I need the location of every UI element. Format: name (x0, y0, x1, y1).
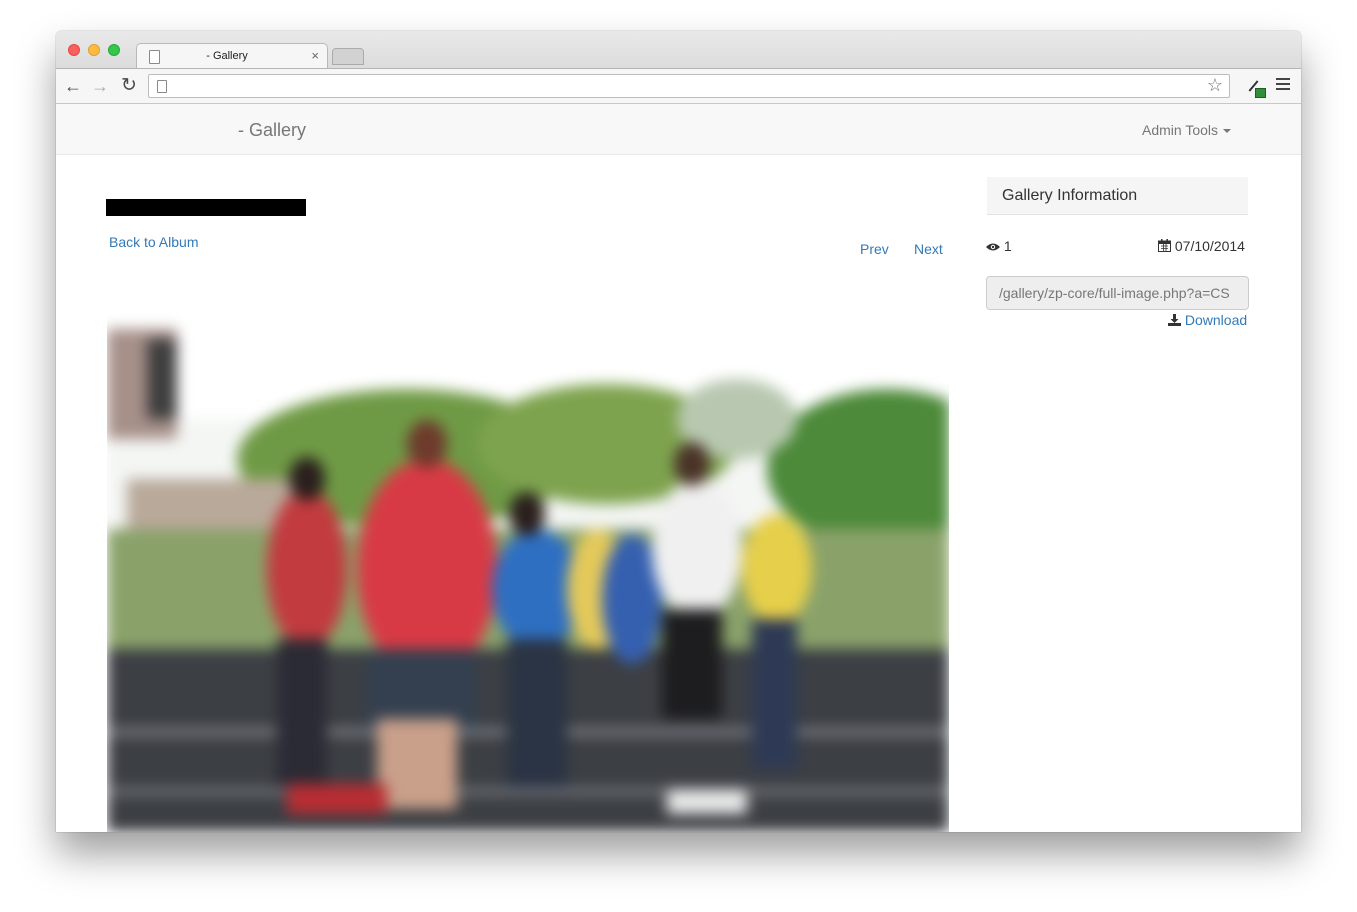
photo-date: 07/10/2014 (1158, 238, 1245, 255)
browser-toolbar: ← → ↻ ☆ (56, 68, 1301, 104)
tab-title: - Gallery (206, 50, 248, 62)
site-brand-link[interactable]: - Gallery (238, 120, 306, 141)
download-link[interactable]: Download (1168, 312, 1247, 329)
back-to-album-link[interactable]: Back to Album (109, 234, 199, 250)
tab-strip: - Gallery × (56, 31, 1301, 70)
site-navbar: - Gallery Admin Tools (56, 104, 1301, 155)
eye-icon (986, 239, 1000, 255)
reload-button[interactable]: ↻ (118, 75, 140, 97)
photo-title: CCS Olympics 19 (106, 199, 306, 216)
minimize-window-button[interactable] (88, 44, 100, 56)
zoom-window-button[interactable] (108, 44, 120, 56)
close-window-button[interactable] (68, 44, 80, 56)
page-icon (157, 80, 167, 93)
tab-close-icon[interactable]: × (311, 48, 319, 63)
view-count-value: 1 (1003, 238, 1012, 254)
hamburger-menu-icon[interactable] (1276, 78, 1290, 92)
next-link[interactable]: Next (914, 241, 943, 257)
view-count: 1 (986, 238, 1012, 255)
caret-down-icon (1223, 129, 1232, 134)
calendar-icon (1158, 239, 1171, 255)
browser-tab[interactable]: - Gallery × (136, 43, 328, 70)
gallery-photo (107, 269, 949, 832)
image-url-field[interactable] (986, 276, 1249, 310)
gallery-info-panel-heading: Gallery Information (987, 177, 1248, 215)
back-button[interactable]: ← (62, 75, 84, 97)
new-tab-button[interactable] (332, 48, 364, 65)
admin-tools-label: Admin Tools (1142, 122, 1219, 138)
prev-link[interactable]: Prev (860, 241, 889, 257)
admin-tools-dropdown[interactable]: Admin Tools (1142, 122, 1232, 138)
browser-window: - Gallery × ← → ↻ ☆ - Gallery Admin Tool… (56, 31, 1301, 832)
download-label: Download (1184, 312, 1248, 328)
web-page: - Gallery Admin Tools CCS Olympics 19 Ba… (56, 104, 1301, 832)
download-icon (1168, 313, 1181, 329)
address-bar[interactable]: ☆ (148, 74, 1230, 98)
photo-date-value: 07/10/2014 (1174, 238, 1245, 254)
address-input[interactable] (173, 77, 1199, 97)
forward-button[interactable]: → (89, 75, 111, 97)
eyedropper-extension-icon[interactable] (1244, 76, 1266, 98)
bookmark-star-icon[interactable]: ☆ (1207, 75, 1223, 96)
gallery-info-title: Gallery Information (1002, 187, 1138, 204)
